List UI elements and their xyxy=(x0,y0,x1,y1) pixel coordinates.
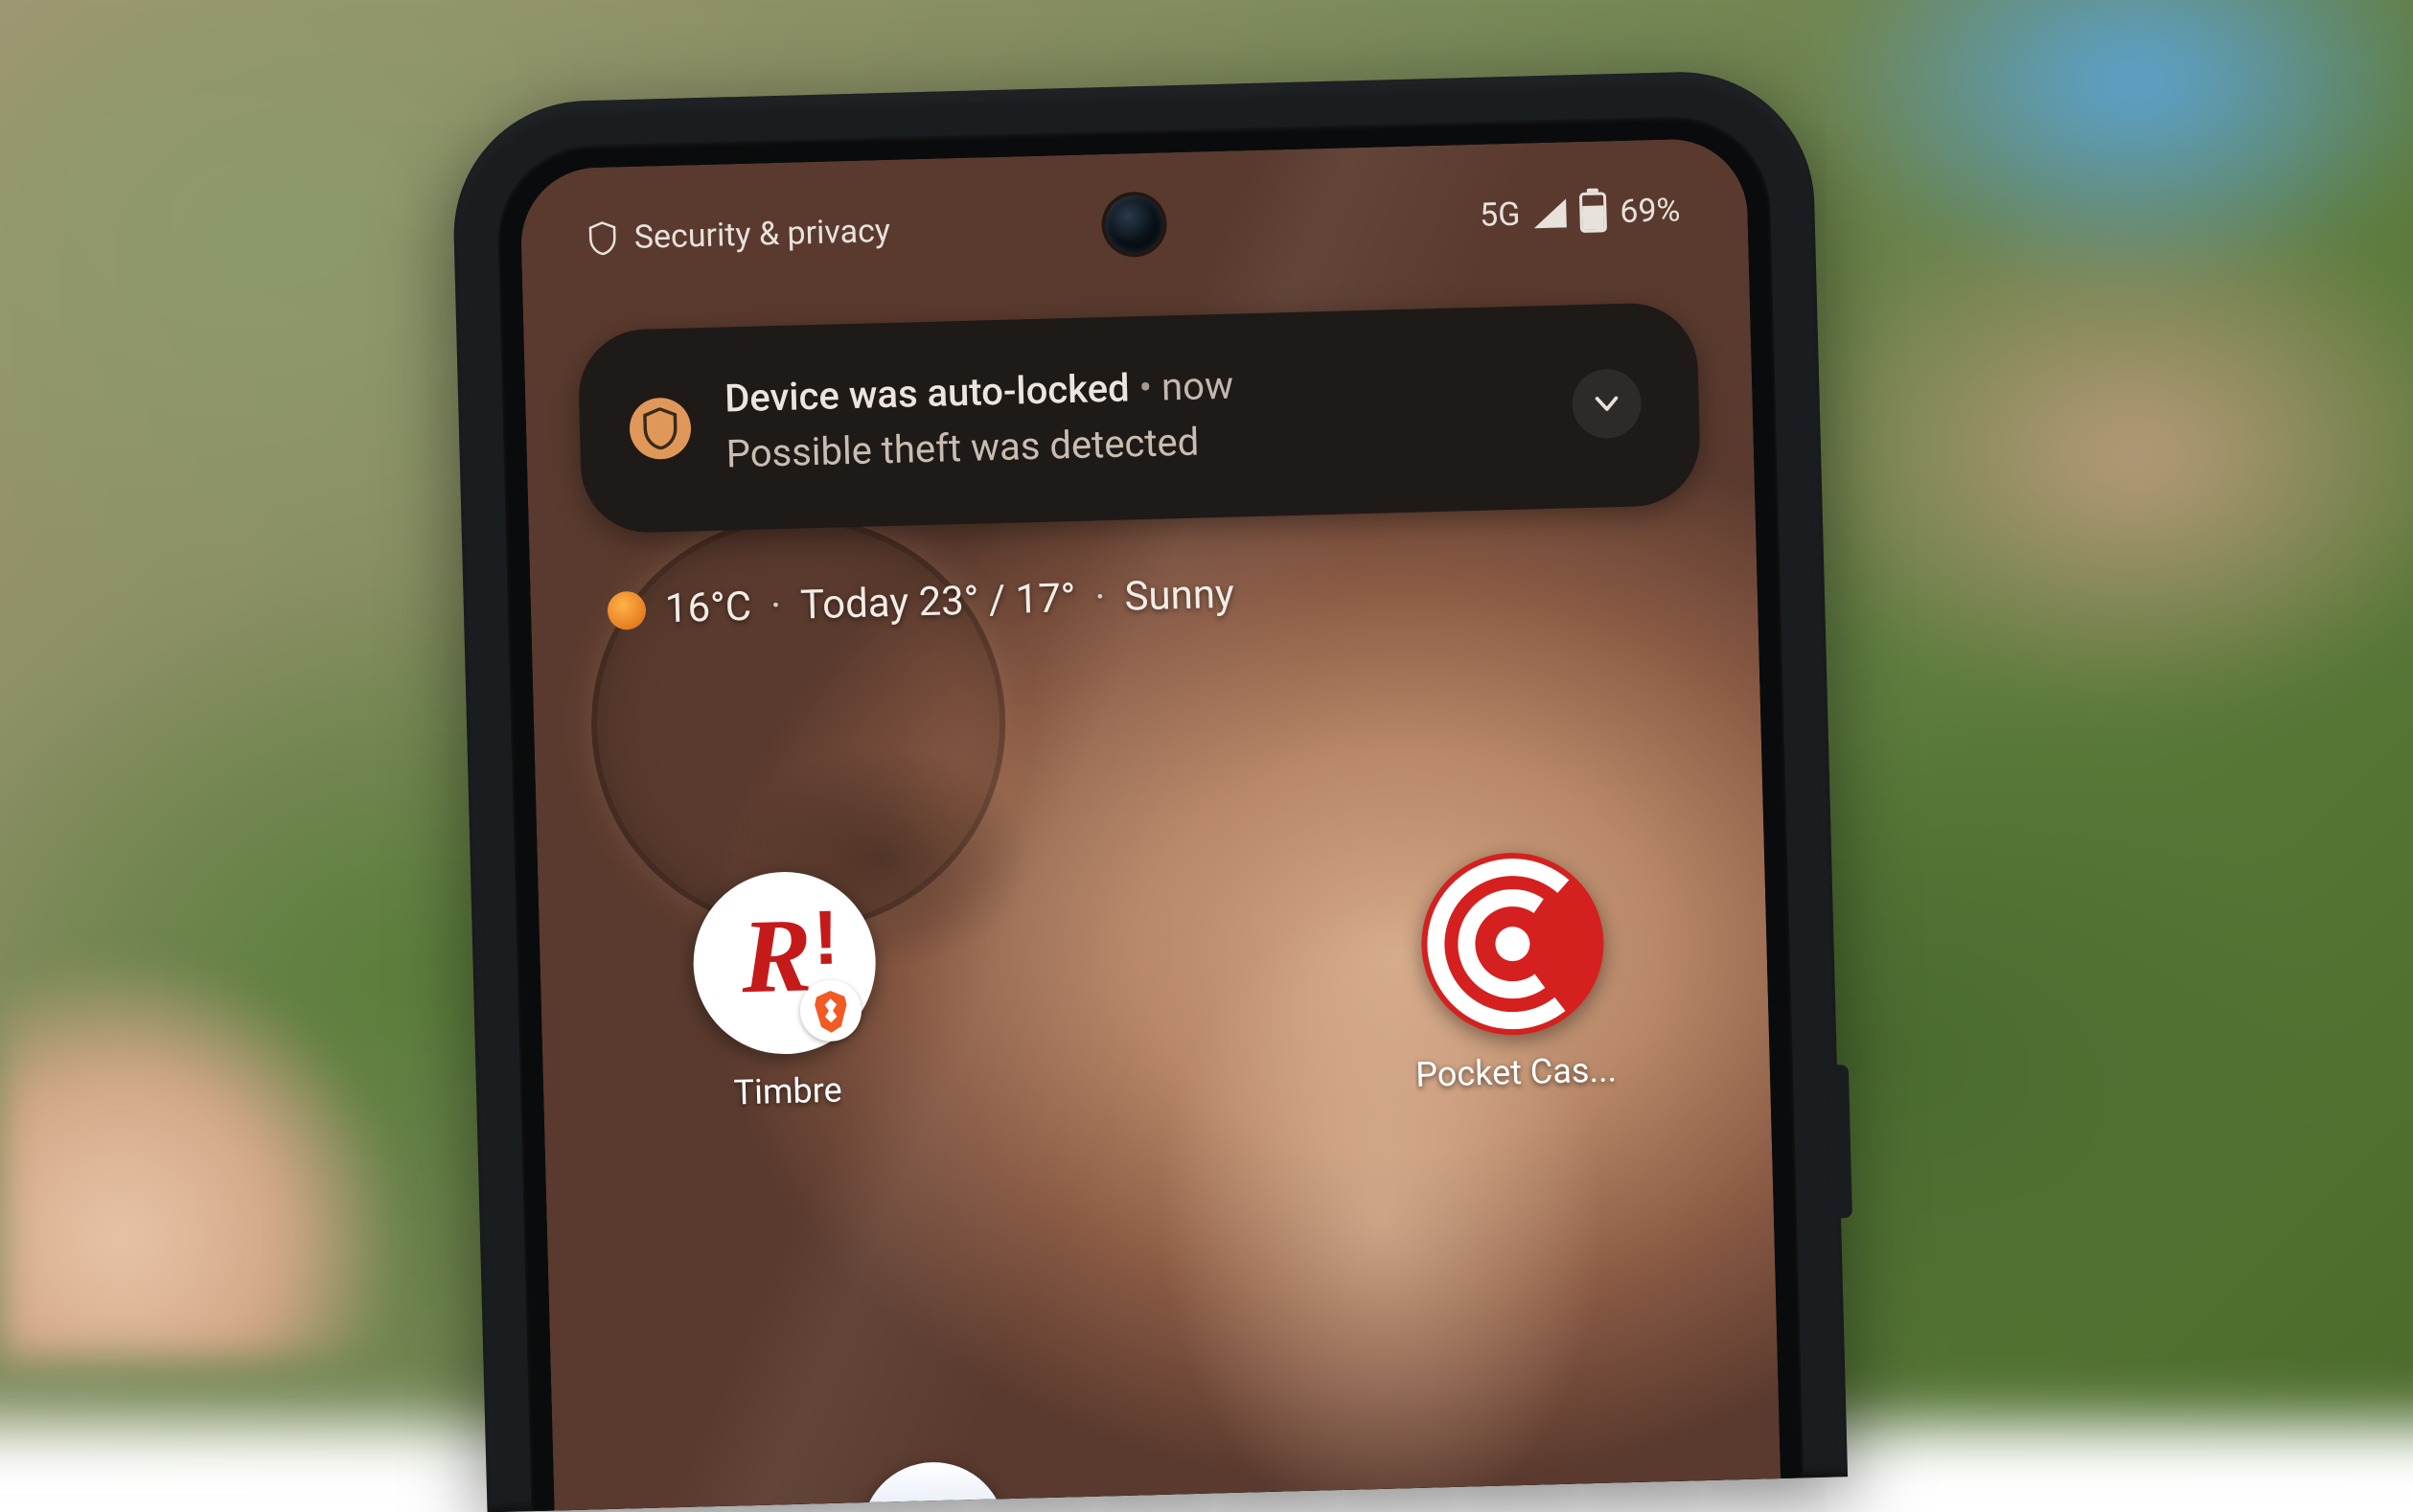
weather-separator: · xyxy=(770,583,782,630)
status-app-context: Security & privacy xyxy=(633,212,890,257)
weather-condition: Sunny xyxy=(1124,571,1235,621)
partial-app-icon[interactable] xyxy=(860,1460,1005,1510)
weather-widget[interactable]: 16°C · Today 23° / 17° · Sunny xyxy=(607,571,1234,634)
app-timbre[interactable]: R ! Timbre xyxy=(691,870,879,1114)
weather-today-label: Today xyxy=(799,580,908,630)
network-label: 5G xyxy=(1480,195,1521,235)
notification-title: Device was auto-locked xyxy=(724,365,1131,421)
brave-badge-icon xyxy=(799,979,862,1042)
shield-icon xyxy=(641,407,678,450)
home-screen-apps: R ! Timbre Pocket Cas... xyxy=(538,846,1770,1117)
app-label: Timbre xyxy=(733,1070,842,1113)
shield-icon xyxy=(587,220,617,256)
app-label: Pocket Cas... xyxy=(1415,1049,1618,1094)
signal-icon xyxy=(1533,198,1567,228)
chevron-down-icon xyxy=(1590,387,1623,421)
status-bar-right: 5G 69% xyxy=(1480,190,1681,235)
status-bar-left: Security & privacy xyxy=(587,212,890,258)
notification-card[interactable]: Device was auto-locked•now Possible thef… xyxy=(577,302,1701,535)
phone-screen[interactable]: Security & privacy 5G 69% Device was aut xyxy=(519,137,1781,1510)
sun-icon xyxy=(607,590,646,630)
expand-button[interactable] xyxy=(1572,368,1643,439)
weather-separator: · xyxy=(1094,574,1106,621)
pocket-casts-app-icon xyxy=(1419,851,1606,1038)
phone-device: Security & privacy 5G 69% Device was aut xyxy=(519,137,1781,1510)
hand-holding-phone xyxy=(0,955,402,1358)
notification-time: now xyxy=(1161,363,1233,410)
app-pocket-casts[interactable]: Pocket Cas... xyxy=(1410,850,1617,1094)
timbre-app-icon: R ! xyxy=(691,870,878,1057)
weather-high-low: 23° / 17° xyxy=(918,575,1076,626)
battery-percent: 69% xyxy=(1620,191,1681,231)
notification-app-icon xyxy=(629,397,692,460)
weather-current-temp: 16°C xyxy=(664,584,751,632)
battery-icon xyxy=(1579,192,1607,233)
notification-separator: • xyxy=(1138,365,1153,410)
notification-content: Device was auto-locked•now Possible thef… xyxy=(724,352,1540,480)
